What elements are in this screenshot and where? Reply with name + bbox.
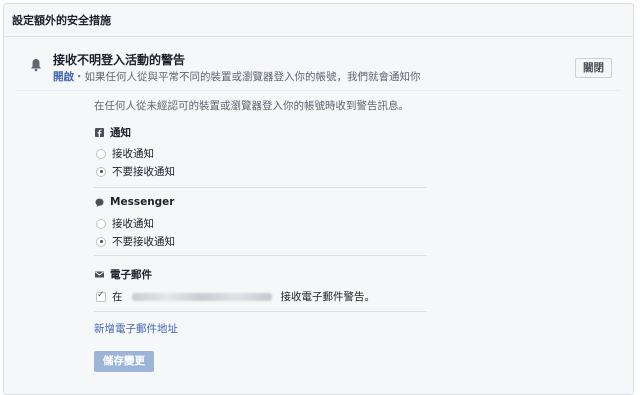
email-prefix: 在 (112, 291, 123, 303)
save-button[interactable]: 儲存變更 (94, 351, 154, 372)
notifications-option-dont-receive[interactable]: 不要接收通知 (96, 164, 175, 179)
option-label: 不要接收通知 (112, 236, 175, 248)
option-label: 接收通知 (112, 218, 154, 230)
intro-text: 在任何人從未經認可的裝置或瀏覽器登入你的帳號時收到警告訊息。 (94, 100, 409, 112)
option-label: 不要接收通知 (112, 166, 175, 178)
radio-button[interactable] (96, 148, 106, 159)
bell-icon (31, 59, 41, 72)
radio-button[interactable] (96, 218, 106, 229)
messenger-section-title: Messenger (95, 196, 174, 208)
panel-body: 接收不明登入活動的警告 開啟・如果任何人從與平常不同的裝置或瀏覽器登入你的帳號，… (4, 37, 633, 394)
divider (94, 187, 427, 188)
divider (94, 311, 427, 312)
messenger-title: Messenger (110, 196, 175, 208)
messenger-icon (95, 198, 104, 207)
email-section-title: 電子郵件 (95, 267, 152, 282)
radio-button-checked[interactable] (96, 166, 106, 177)
divider (94, 255, 427, 256)
close-button[interactable]: 關閉 (575, 58, 612, 78)
panel-title: 設定額外的安全措施 (12, 14, 111, 27)
email-title: 電子郵件 (110, 269, 152, 281)
email-alert-option[interactable]: 在 接收電子郵件警告。 (96, 289, 375, 304)
setting-description-text: ・如果任何人從與平常不同的裝置或瀏覽器登入你的帳號，我們就會通知你 (74, 71, 421, 83)
notifications-title: 通知 (110, 127, 131, 139)
setting-title: 接收不明登入活動的警告 (53, 53, 186, 67)
option-label: 接收通知 (112, 148, 154, 160)
status-badge: 開啟 (53, 71, 74, 83)
notifications-section-title: 通知 (95, 125, 131, 140)
email-suffix: 接收電子郵件警告。 (280, 291, 376, 303)
messenger-option-dont-receive[interactable]: 不要接收通知 (96, 234, 175, 249)
login-alerts-row: 接收不明登入活動的警告 開啟・如果任何人從與平常不同的裝置或瀏覽器登入你的帳號，… (16, 37, 621, 91)
security-panel: 設定額外的安全措施 接收不明登入活動的警告 開啟・如果任何人從與平常不同的裝置或… (3, 3, 634, 395)
facebook-icon (95, 128, 104, 137)
setting-description: 開啟・如果任何人從與平常不同的裝置或瀏覽器登入你的帳號，我們就會通知你 (53, 69, 421, 84)
notifications-option-receive[interactable]: 接收通知 (96, 146, 154, 161)
panel-header: 設定額外的安全措施 (4, 4, 633, 37)
radio-button-checked[interactable] (96, 236, 106, 247)
redacted-email (131, 292, 272, 301)
checkbox-checked[interactable] (96, 290, 106, 302)
add-email-link[interactable]: 新增電子郵件地址 (94, 321, 178, 336)
envelope-icon (95, 271, 104, 278)
messenger-option-receive[interactable]: 接收通知 (96, 216, 154, 231)
